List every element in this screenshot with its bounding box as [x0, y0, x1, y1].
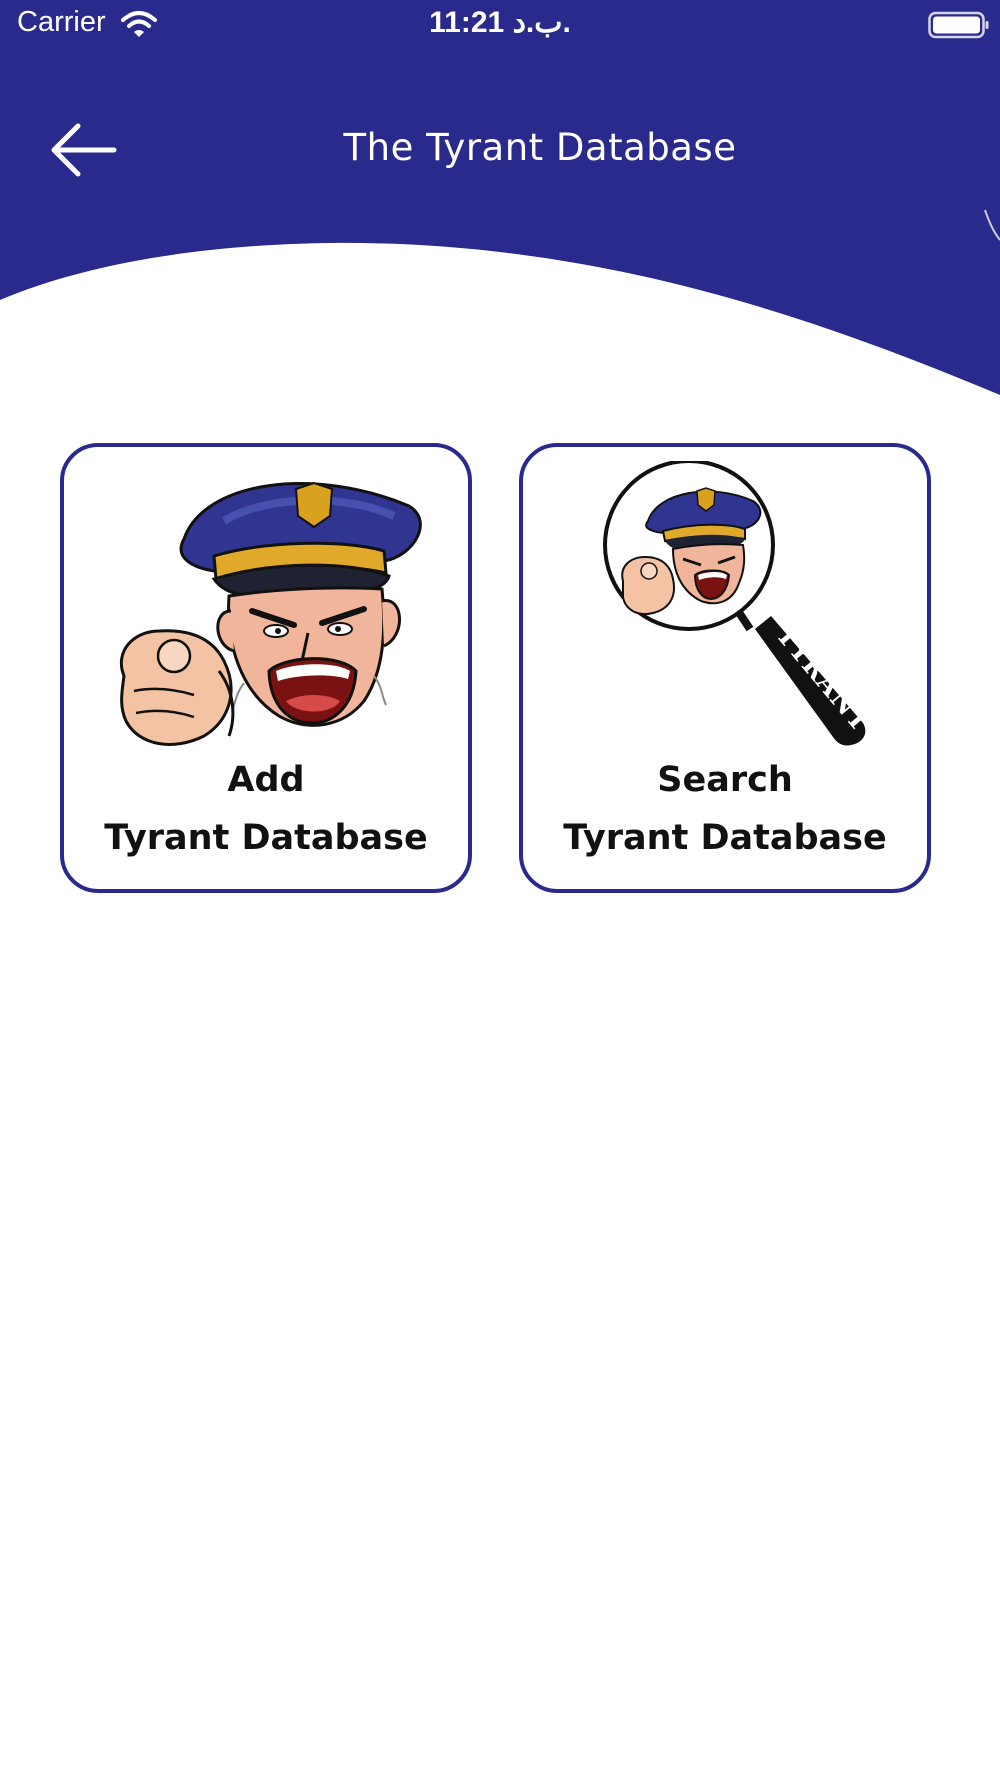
add-card-title: Add: [227, 760, 305, 800]
magnifying-glass-tyrant-icon: TYRANT: [603, 461, 875, 746]
search-tyrant-card[interactable]: TYRANT Search Tyrant Database: [519, 443, 931, 893]
add-tyrant-card[interactable]: Add Tyrant Database: [60, 443, 472, 893]
status-bar: Carrier 11:21 ب.د.: [0, 0, 1000, 52]
search-card-subtitle: Tyrant Database: [563, 818, 887, 858]
app-screen: Carrier 11:21 ب.د. The Tyrant Database A…: [0, 0, 1000, 1778]
status-time: 11:21 ب.د.: [429, 6, 571, 39]
add-card-subtitle: Tyrant Database: [104, 818, 428, 858]
battery-icon: [928, 11, 989, 39]
shouting-police-officer-icon: [120, 481, 422, 746]
back-button[interactable]: [48, 118, 120, 182]
search-card-title: Search: [657, 760, 793, 800]
arrow-left-icon: [51, 123, 117, 177]
page-title: The Tyrant Database: [343, 126, 737, 169]
header-background: [0, 0, 1000, 395]
